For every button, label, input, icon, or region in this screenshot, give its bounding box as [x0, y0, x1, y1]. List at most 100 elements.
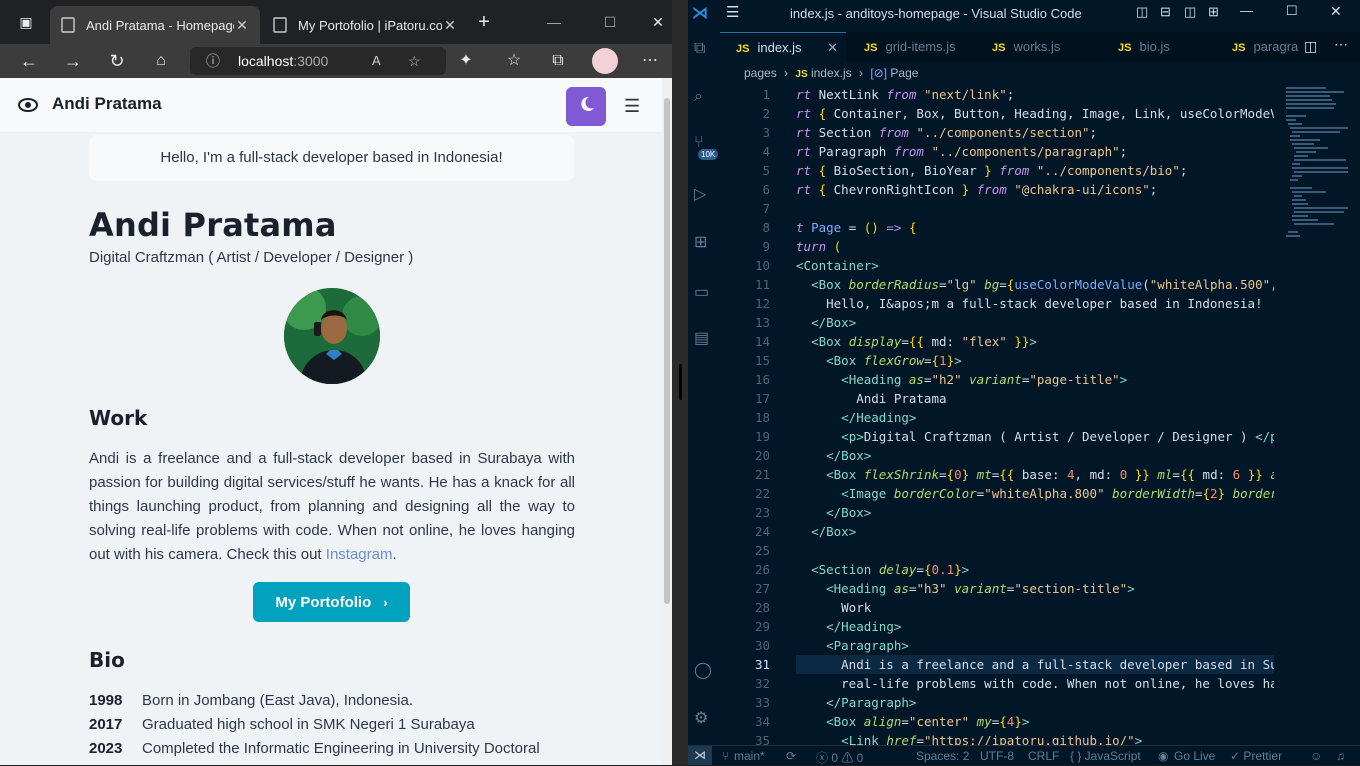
- profile-avatar[interactable]: [592, 48, 618, 74]
- home-icon[interactable]: ⌂: [149, 49, 173, 73]
- prettier[interactable]: ✓ Prettier: [1230, 749, 1282, 763]
- feedback-icon[interactable]: ☺: [1310, 749, 1322, 763]
- tab-bio[interactable]: JS bio.js: [1102, 32, 1214, 62]
- code-line[interactable]: <Box borderRadius="lg" bg={useColorModeV…: [796, 275, 1274, 294]
- code-line[interactable]: rt Section from "../components/section";: [796, 123, 1274, 142]
- code-line[interactable]: Andi is a freelance and a full-stack dev…: [796, 655, 1274, 674]
- settings-gear-icon[interactable]: ⚙: [694, 708, 714, 728]
- code-line[interactable]: <Container>: [796, 256, 1274, 275]
- indentation[interactable]: Spaces: 2: [916, 749, 969, 763]
- code-line[interactable]: [796, 541, 1274, 560]
- line-endings[interactable]: CRLF: [1028, 749, 1059, 763]
- forward-icon[interactable]: →: [61, 49, 85, 73]
- code-editor[interactable]: 1 rt NextLink from "next/link"; 2 rt { Cont…: [720, 85, 1360, 745]
- run-debug-icon[interactable]: ▷: [694, 184, 714, 204]
- refresh-icon[interactable]: ↻: [105, 49, 129, 73]
- code-line[interactable]: rt { BioSection, BioYear } from "../comp…: [796, 161, 1274, 180]
- browser-tab-portfolio[interactable]: My Portofolio | iPatoru.com ✕: [262, 6, 468, 44]
- branch-name[interactable]: main*: [734, 749, 765, 763]
- code-line[interactable]: rt Paragraph from "../components/paragra…: [796, 142, 1274, 161]
- favorites-icon[interactable]: ☆: [502, 49, 526, 73]
- minimize-icon[interactable]: —: [542, 10, 566, 34]
- scroll-thumb[interactable]: [664, 98, 670, 604]
- toggle-secondary-icon[interactable]: ◫: [1184, 4, 1196, 20]
- code-line[interactable]: <Image borderColor="whiteAlpha.800" bord…: [796, 484, 1274, 503]
- add-favorite-icon[interactable]: ☆: [408, 47, 421, 75]
- notifications-icon[interactable]: ♫: [1336, 749, 1345, 763]
- tab-works[interactable]: JS works.js: [976, 32, 1100, 62]
- maximize-icon[interactable]: ☐: [1286, 3, 1298, 19]
- collections-icon[interactable]: ⧉: [546, 49, 570, 73]
- splitter-grip[interactable]: [679, 364, 682, 400]
- code-line[interactable]: </Heading>: [796, 408, 1274, 427]
- code-line[interactable]: rt { Container, Box, Button, Heading, Im…: [796, 104, 1274, 123]
- address-bar[interactable]: ⓘ localhost:3000 A ☆: [190, 47, 446, 75]
- site-logo[interactable]: Andi Pratama: [18, 94, 162, 114]
- code-line[interactable]: <p>Digital Craftzman ( Artist / Develope…: [796, 427, 1274, 446]
- split-editor-icon[interactable]: ◫: [1304, 38, 1317, 55]
- menu-icon[interactable]: ☰: [726, 3, 739, 21]
- toggle-sidebar-icon[interactable]: ◫: [1136, 4, 1148, 20]
- code-line[interactable]: t Page = () => {: [796, 218, 1274, 237]
- language-mode[interactable]: { } JavaScript: [1070, 749, 1141, 763]
- code-line[interactable]: <Box flexShrink={0} mt={{ base: 4, md: 0…: [796, 465, 1274, 484]
- remote-icon[interactable]: ▭: [694, 282, 714, 302]
- tab-actions-icon[interactable]: ▣: [14, 10, 38, 34]
- instagram-link[interactable]: Instagram: [326, 546, 393, 563]
- code-line[interactable]: <Box align="center" my={4}>: [796, 712, 1274, 731]
- extensions-icon[interactable]: ✦: [454, 49, 478, 73]
- minimap[interactable]: [1284, 85, 1350, 245]
- code-line[interactable]: Andi Pratama: [796, 389, 1274, 408]
- tab-grid-items[interactable]: JS grid-items.js: [848, 32, 974, 62]
- new-tab-icon[interactable]: +: [472, 10, 496, 34]
- code-line[interactable]: </Paragraph>: [796, 693, 1274, 712]
- code-line[interactable]: </Heading>: [796, 617, 1274, 636]
- read-aloud-icon[interactable]: A: [372, 47, 381, 75]
- back-icon[interactable]: ←: [17, 49, 41, 73]
- notebook-icon[interactable]: ▤: [694, 328, 714, 348]
- close-icon[interactable]: ✕: [827, 33, 838, 63]
- code-line[interactable]: Hello, I&apos;m a full-stack developer b…: [796, 294, 1274, 313]
- breadcrumb-symbol[interactable]: Page: [890, 66, 918, 80]
- encoding[interactable]: UTF-8: [980, 749, 1014, 763]
- code-line[interactable]: Work: [796, 598, 1274, 617]
- hamburger-menu-icon[interactable]: ☰: [624, 96, 644, 116]
- toggle-panel-icon[interactable]: ⊟: [1160, 4, 1171, 20]
- maximize-icon[interactable]: ☐: [598, 10, 622, 34]
- code-line[interactable]: real-life problems with code. When not o…: [796, 674, 1274, 693]
- code-line[interactable]: turn (: [796, 237, 1274, 256]
- close-icon[interactable]: ✕: [1330, 3, 1342, 20]
- code-line[interactable]: [796, 199, 1274, 218]
- tab-paragraph[interactable]: JS paragra: [1216, 32, 1300, 62]
- window-close-icon[interactable]: ✕: [646, 10, 670, 34]
- browser-tab-homepage[interactable]: Andi Pratama - Homepage ✕: [50, 6, 260, 44]
- search-icon[interactable]: ⌕: [694, 88, 714, 108]
- go-live[interactable]: Go Live: [1174, 749, 1215, 763]
- code-line[interactable]: <Paragraph>: [796, 636, 1274, 655]
- more-icon[interactable]: ⋯: [638, 49, 662, 73]
- code-line[interactable]: <Section delay={0.1}>: [796, 560, 1274, 579]
- code-line[interactable]: rt { ChevronRightIcon } from "@chakra-ui…: [796, 180, 1274, 199]
- explorer-icon[interactable]: ⧉: [694, 40, 714, 60]
- code-line[interactable]: rt NextLink from "next/link";: [796, 85, 1274, 104]
- code-line[interactable]: </Box>: [796, 503, 1274, 522]
- code-line[interactable]: <Heading as="h2" variant="page-title">: [796, 370, 1274, 389]
- problems-count[interactable]: ⓧ 0 ⚠ 0: [816, 749, 863, 766]
- code-line[interactable]: </Box>: [796, 446, 1274, 465]
- more-actions-icon[interactable]: ⋯: [1334, 36, 1348, 53]
- minimize-icon[interactable]: —: [1240, 3, 1253, 18]
- close-icon[interactable]: ✕: [442, 17, 458, 34]
- info-icon[interactable]: ⓘ: [206, 47, 220, 75]
- close-icon[interactable]: ✕: [234, 17, 250, 34]
- my-portfolio-button[interactable]: My Portofolio ›: [253, 582, 410, 622]
- code-line[interactable]: <Box flexGrow={1}>: [796, 351, 1274, 370]
- account-icon[interactable]: ◯: [694, 660, 714, 680]
- theme-toggle-button[interactable]: [566, 87, 606, 126]
- extensions-icon[interactable]: ⊞: [694, 232, 714, 252]
- code-line[interactable]: <Link href="https://ipatoru.github.io/">: [796, 731, 1274, 745]
- code-line[interactable]: <Box display={{ md: "flex" }}>: [796, 332, 1274, 351]
- remote-indicator-icon[interactable]: ⋊: [688, 746, 712, 765]
- page-scrollbar[interactable]: [662, 78, 672, 765]
- code-line[interactable]: </Box>: [796, 522, 1274, 541]
- sync-icon[interactable]: ⟳: [786, 749, 796, 763]
